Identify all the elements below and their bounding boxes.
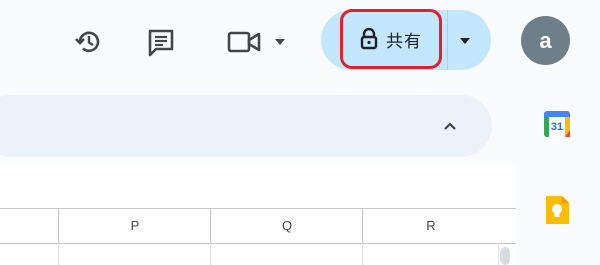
- formula-bar-strip: [0, 95, 492, 157]
- comment-icon[interactable]: [143, 24, 179, 60]
- calendar-day-label: 31: [550, 121, 564, 133]
- calendar-icon[interactable]: 31: [543, 110, 571, 138]
- account-avatar[interactable]: a: [521, 16, 570, 65]
- grid-line: [498, 243, 499, 265]
- keep-icon[interactable]: [544, 195, 570, 225]
- column-header-q[interactable]: Q: [210, 209, 363, 243]
- column-header-row: P Q R: [0, 208, 516, 244]
- history-icon[interactable]: [70, 24, 106, 60]
- column-header-r[interactable]: R: [362, 209, 499, 243]
- grid-line: [210, 243, 211, 265]
- grid-line: [58, 243, 59, 265]
- share-dropdown-caret-icon[interactable]: [454, 30, 476, 52]
- lock-icon: [360, 28, 378, 50]
- meet-dropdown-caret-icon[interactable]: [272, 34, 288, 50]
- share-button[interactable]: 共有: [340, 9, 442, 69]
- vertical-scrollbar-thumb[interactable]: [500, 247, 510, 265]
- share-label: 共有: [386, 31, 422, 51]
- column-header-p[interactable]: P: [58, 209, 211, 243]
- grid-line: [362, 243, 363, 265]
- share-divider: [447, 10, 448, 70]
- video-camera-icon[interactable]: [224, 26, 264, 58]
- collapse-chevron-up-icon[interactable]: [434, 110, 466, 142]
